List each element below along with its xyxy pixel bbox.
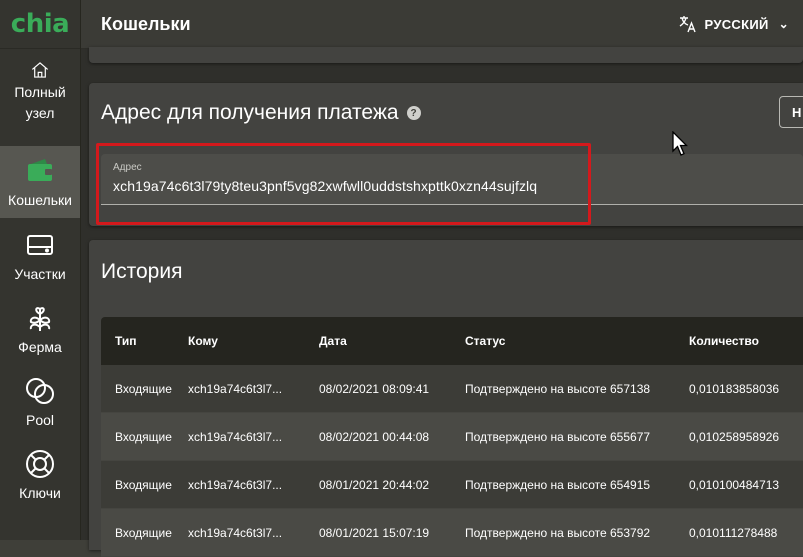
cell-amount: 0,010258958926	[689, 429, 780, 444]
pool-circles-icon	[26, 378, 54, 404]
column-header-to: Кому	[188, 334, 218, 348]
cell-type: Входящие	[115, 381, 172, 396]
new-address-button[interactable]: Н	[779, 96, 803, 128]
cell-amount: 0,010100484713	[689, 477, 780, 492]
cell-type: Входящие	[115, 477, 172, 492]
cell-status: Подтверждено на высоте 653792	[465, 525, 651, 540]
cell-to: xch19a74c6t3l7...	[188, 477, 283, 492]
home-icon	[31, 62, 49, 78]
hard-drive-icon	[27, 235, 53, 255]
history-table: Тип Кому Дата Статус Количество Входящие…	[101, 317, 803, 557]
sidebar-item-plots[interactable]: Участки	[0, 220, 80, 292]
sidebar-item-label: Ключи	[19, 485, 61, 501]
sidebar: chia Полный узел Кошельки Участки Ферма	[0, 0, 81, 540]
top-bar: Кошельки РУССКИЙ ⌄	[81, 0, 803, 49]
column-header-status: Статус	[465, 334, 506, 348]
plant-icon	[29, 307, 51, 331]
history-title: История	[101, 260, 183, 283]
main-content: Адрес для получения платежа ? Н Адрес xc…	[81, 47, 803, 557]
receive-address-title: Адрес для получения платежа ?	[101, 101, 421, 125]
cell-status: Подтверждено на высоте 657138	[465, 381, 651, 396]
cell-amount: 0,010111278488	[689, 525, 778, 540]
table-header: Тип Кому Дата Статус Количество	[101, 317, 803, 365]
address-highlight-box	[96, 143, 591, 225]
cell-type: Входящие	[115, 525, 172, 540]
language-selector[interactable]: РУССКИЙ ⌄	[679, 0, 789, 48]
cell-amount: 0,010183858036	[689, 381, 780, 396]
column-header-amount: Количество	[689, 334, 759, 348]
column-header-date: Дата	[319, 334, 347, 348]
cell-status: Подтверждено на высоте 655677	[465, 429, 651, 444]
help-icon[interactable]: ?	[406, 106, 421, 120]
table-row[interactable]: Входящие xch19a74c6t3l7... 08/02/2021 00…	[101, 413, 803, 461]
cell-date: 08/02/2021 00:44:08	[319, 429, 430, 444]
sidebar-item-full-node[interactable]: Полный узел	[0, 52, 80, 124]
column-header-type: Тип	[115, 334, 137, 348]
sidebar-item-label: Полный узел	[14, 84, 66, 121]
sidebar-item-pool[interactable]: Pool	[0, 366, 80, 438]
sidebar-item-label: Участки	[14, 266, 66, 282]
table-row[interactable]: Входящие xch19a74c6t3l7... 08/02/2021 08…	[101, 365, 803, 413]
cell-status: Подтверждено на высоте 654915	[465, 477, 651, 492]
page-title: Кошельки	[101, 13, 191, 34]
receive-title-text: Адрес для получения платежа	[101, 101, 399, 124]
cell-to: xch19a74c6t3l7...	[188, 525, 283, 540]
sidebar-item-label: Ферма	[18, 339, 62, 355]
sidebar-item-wallets[interactable]: Кошельки	[0, 146, 80, 218]
lifebuoy-icon	[26, 450, 54, 478]
wallet-card-bottom-edge	[89, 47, 803, 63]
chia-logo: chia	[0, 0, 80, 49]
cell-date: 08/01/2021 15:07:19	[319, 525, 430, 540]
history-card: История Тип Кому Дата Статус Количество …	[89, 240, 803, 557]
cell-date: 08/02/2021 08:09:41	[319, 381, 430, 396]
table-row[interactable]: Входящие xch19a74c6t3l7... 08/01/2021 20…	[101, 461, 803, 509]
language-label: РУССКИЙ	[704, 16, 769, 32]
chevron-down-icon: ⌄	[778, 17, 789, 31]
cell-date: 08/01/2021 20:44:02	[319, 477, 430, 492]
sidebar-item-keys[interactable]: Ключи	[0, 439, 80, 511]
wallet-icon	[28, 159, 52, 181]
sidebar-item-label: Кошельки	[8, 192, 72, 208]
table-row[interactable]: Входящие xch19a74c6t3l7... 08/01/2021 15…	[101, 509, 803, 557]
sidebar-item-farm[interactable]: Ферма	[0, 293, 80, 365]
cell-to: xch19a74c6t3l7...	[188, 381, 283, 396]
cell-type: Входящие	[115, 429, 172, 444]
sidebar-item-label: Pool	[25, 412, 55, 428]
mouse-cursor-icon	[672, 131, 688, 156]
cell-to: xch19a74c6t3l7...	[188, 429, 283, 444]
translate-icon	[679, 16, 696, 33]
